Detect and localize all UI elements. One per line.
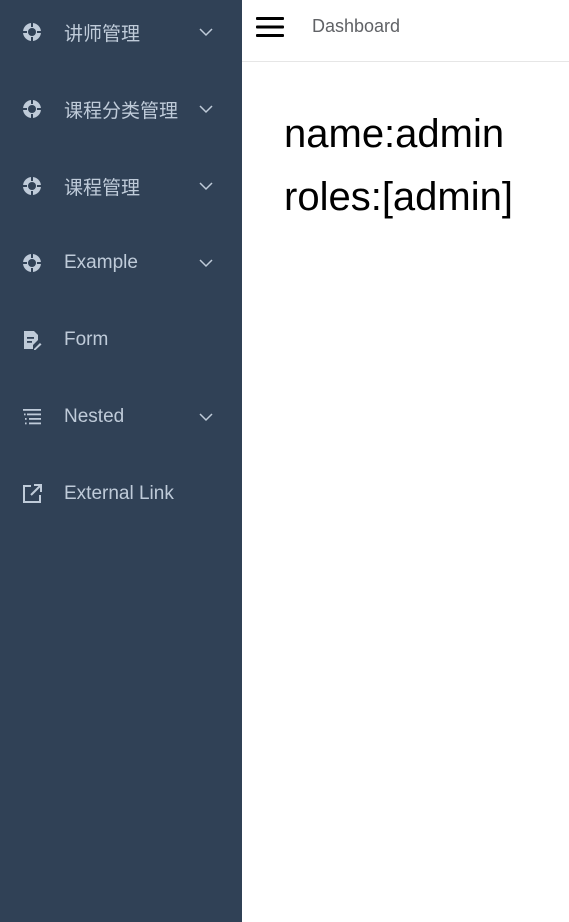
navbar: Dashboard [242, 0, 569, 62]
sidebar-item-course-category-management[interactable]: 课程分类管理 [0, 81, 242, 137]
sidebar-item-label: 课程管理 [64, 177, 141, 199]
sidebar-item-form[interactable]: Form [0, 312, 242, 368]
sidebar-item-example[interactable]: Example [0, 235, 242, 291]
circle-target-icon [22, 253, 42, 273]
nested-list-icon [22, 407, 42, 427]
sidebar-item-label: 讲师管理 [64, 23, 141, 45]
sidebar-item-external-link[interactable]: External Link [0, 466, 242, 522]
user-name-text: name:admin [284, 112, 505, 156]
hamburger-icon[interactable] [256, 14, 284, 40]
sidebar: 讲师管理 课程分类管理 课程管理 Example Form Nested Ext… [0, 0, 242, 922]
chevron-down-icon [198, 255, 214, 271]
chevron-down-icon [198, 409, 214, 425]
chevron-down-icon [198, 178, 214, 194]
external-link-icon [22, 484, 42, 504]
circle-target-icon [22, 22, 42, 42]
sidebar-item-label: Example [64, 252, 138, 273]
dashboard-content: name:admin roles:[admin] [242, 62, 569, 922]
sidebar-item-course-management[interactable]: 课程管理 [0, 158, 242, 214]
sidebar-item-nested[interactable]: Nested [0, 389, 242, 445]
sidebar-item-label: Nested [64, 406, 125, 427]
sidebar-item-label: External Link [64, 483, 174, 504]
circle-target-icon [22, 176, 42, 196]
form-icon [22, 330, 42, 350]
sidebar-item-label: 课程分类管理 [64, 100, 179, 122]
circle-target-icon [22, 99, 42, 119]
chevron-down-icon [198, 101, 214, 117]
sidebar-item-teacher-management[interactable]: 讲师管理 [0, 4, 242, 60]
user-roles-text: roles:[admin] [284, 175, 513, 219]
sidebar-item-label: Form [64, 329, 109, 350]
chevron-down-icon [198, 24, 214, 40]
breadcrumb: Dashboard [312, 16, 401, 36]
